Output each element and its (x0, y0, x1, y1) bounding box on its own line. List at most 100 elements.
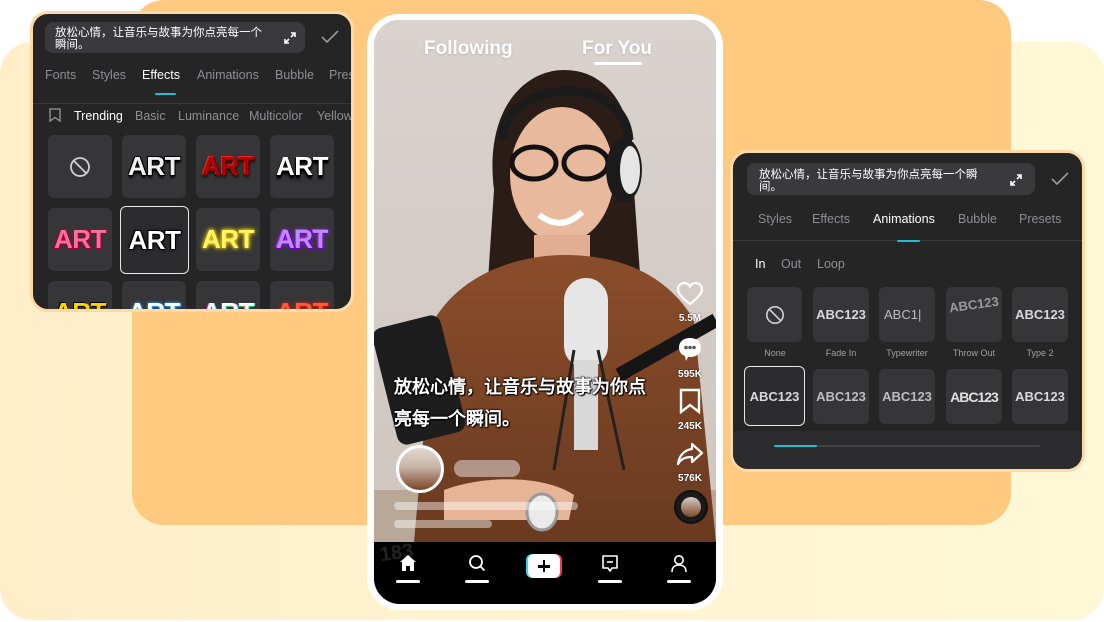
animation-tile-fade-in[interactable]: ABC123 (813, 287, 869, 342)
tab-animations[interactable]: Animations (197, 68, 259, 82)
nav-inbox-indicator (598, 580, 622, 583)
animation-tile-throw-out[interactable]: ABC123 (946, 287, 1002, 342)
expand-icon[interactable] (1009, 173, 1023, 187)
animation-tile[interactable]: ABC123 (813, 369, 869, 424)
animation-label-fade-in: Fade In (825, 348, 857, 358)
animation-label-typewriter: Typewriter (886, 348, 928, 358)
effect-tile-yellow-black[interactable]: ART (48, 281, 112, 309)
video-player[interactable]: Following For You 放松心情，让音乐与故事为你点亮每一个瞬间。 … (374, 20, 716, 542)
style-tabs: s Styles Effects Animations Bubble Prese… (733, 212, 1082, 242)
creator-name-placeholder (454, 460, 520, 477)
description-placeholder-line-2 (394, 520, 492, 528)
animation-tile-type-2[interactable]: ABC123 (1012, 287, 1068, 342)
animation-tile-none[interactable] (747, 287, 802, 342)
bookmark-icon[interactable] (49, 108, 61, 122)
animation-tile[interactable]: ABC123 (879, 369, 935, 424)
prohibit-icon (765, 305, 784, 324)
home-icon (400, 555, 416, 571)
tab-for-you[interactable]: For You (582, 38, 652, 60)
tab-presets[interactable]: Presets (1019, 212, 1061, 226)
nav-search[interactable] (457, 554, 497, 590)
video-caption: 放松心情，让音乐与故事为你点亮每一个瞬间。 (394, 377, 646, 430)
sound-disc[interactable] (674, 490, 708, 524)
tab-bubble[interactable]: Bubble (275, 68, 314, 82)
active-feed-indicator (594, 62, 642, 65)
like-button[interactable]: 5.5M (670, 281, 710, 324)
subtab-in[interactable]: In (755, 257, 765, 271)
animations-panel: 放松心情，让音乐与故事为你点亮每一个瞬间。 s Styles Effects A… (730, 150, 1085, 472)
nav-home-indicator (396, 580, 420, 583)
animation-tile[interactable]: ABC123 (1012, 369, 1068, 424)
comment-count: 595K (678, 369, 702, 380)
comment-button[interactable]: 595K (670, 336, 710, 380)
subtab-trending[interactable]: Trending (74, 109, 123, 123)
search-icon (469, 555, 486, 572)
subtab-basic[interactable]: Basic (135, 109, 166, 123)
tab-effects[interactable]: Effects (142, 68, 180, 82)
effect-tile-silver[interactable]: ART (122, 135, 186, 198)
active-tab-indicator (155, 93, 176, 95)
tab-styles[interactable]: Styles (92, 68, 126, 82)
tab-animations[interactable]: Animations (873, 212, 935, 226)
effect-tile-blue[interactable]: ART (122, 281, 186, 309)
effect-tile-none[interactable] (48, 135, 112, 198)
bookmark-icon (679, 388, 701, 415)
scroll-thumb[interactable] (774, 445, 817, 447)
phone-mockup: Following For You 放松心情，让音乐与故事为你点亮每一个瞬间。 … (367, 14, 723, 610)
animation-label-type-2: Type 2 (1026, 348, 1054, 358)
tab-presets[interactable]: Presets (329, 68, 351, 82)
style-tabs: Fonts Styles Effects Animations Bubble P… (33, 68, 351, 104)
tab-bubble[interactable]: Bubble (958, 212, 997, 226)
bookmark-count: 245K (678, 421, 702, 432)
subtab-multicolor[interactable]: Multicolor (249, 109, 303, 123)
nav-inbox[interactable] (590, 554, 630, 590)
effect-tile-red[interactable]: ART (196, 135, 260, 198)
create-icon (526, 554, 562, 578)
confirm-check-icon[interactable] (321, 30, 339, 44)
caption-text-input[interactable]: 放松心情，让音乐与故事为你点亮每一个瞬间。 (45, 22, 305, 53)
subtab-loop[interactable]: Loop (817, 257, 845, 271)
caption-text-input[interactable]: 放松心情，让音乐与故事为你点亮每一个瞬间。 (747, 163, 1035, 195)
animation-tile-typewriter[interactable]: ABC1| (879, 287, 935, 342)
heart-icon (676, 281, 704, 306)
profile-icon (671, 555, 687, 573)
animation-tile-selected[interactable]: ABC123 (744, 366, 805, 426)
tab-styles[interactable]: Styles (758, 212, 792, 226)
effect-tile-purple[interactable]: ART (270, 208, 334, 271)
effect-tile-red-glow[interactable]: ART (270, 281, 334, 309)
prohibit-icon (70, 156, 90, 177)
subtab-out[interactable]: Out (781, 257, 801, 271)
nav-profile[interactable] (659, 554, 699, 590)
effect-tile-white-shadow[interactable]: ART (270, 135, 334, 198)
animation-label-none: None (764, 348, 786, 358)
bookmark-button[interactable]: 245K (670, 388, 710, 432)
tab-fonts[interactable]: Fonts (45, 68, 76, 82)
sound-disc-avatar (681, 497, 701, 517)
nav-create[interactable] (524, 554, 564, 590)
share-icon (676, 442, 704, 466)
subtab-luminance[interactable]: Luminance (178, 109, 239, 123)
bottom-nav: 183 (374, 540, 716, 604)
creator-avatar[interactable] (396, 445, 444, 493)
inbox-icon (602, 555, 618, 572)
confirm-check-icon[interactable] (1051, 172, 1069, 186)
effect-tile-white-outline[interactable]: ART (120, 206, 189, 274)
like-count: 5.5M (678, 313, 702, 324)
share-button[interactable]: 576K (670, 442, 710, 484)
animation-label-throw-out: Throw Out (952, 348, 995, 358)
scroll-track[interactable] (774, 445, 1040, 447)
nav-home[interactable] (388, 554, 428, 590)
expand-icon[interactable] (283, 31, 297, 45)
effect-tile-pink[interactable]: ART (48, 208, 112, 271)
subtab-yellow[interactable]: Yellow (317, 109, 351, 123)
active-tab-indicator (897, 240, 920, 242)
effect-tile-rainbow[interactable]: ART (196, 281, 260, 309)
effect-tile-yellow-glow[interactable]: ART (196, 208, 260, 271)
animation-tile[interactable]: ABC123 (946, 369, 1002, 424)
tab-effects[interactable]: Effects (812, 212, 850, 226)
comment-icon (679, 338, 701, 361)
nav-profile-indicator (667, 580, 691, 583)
tab-following[interactable]: Following (424, 38, 513, 60)
effects-panel: 放松心情，让音乐与故事为你点亮每一个瞬间。 Fonts Styles Effec… (30, 11, 354, 312)
description-placeholder-line-1 (394, 502, 578, 510)
